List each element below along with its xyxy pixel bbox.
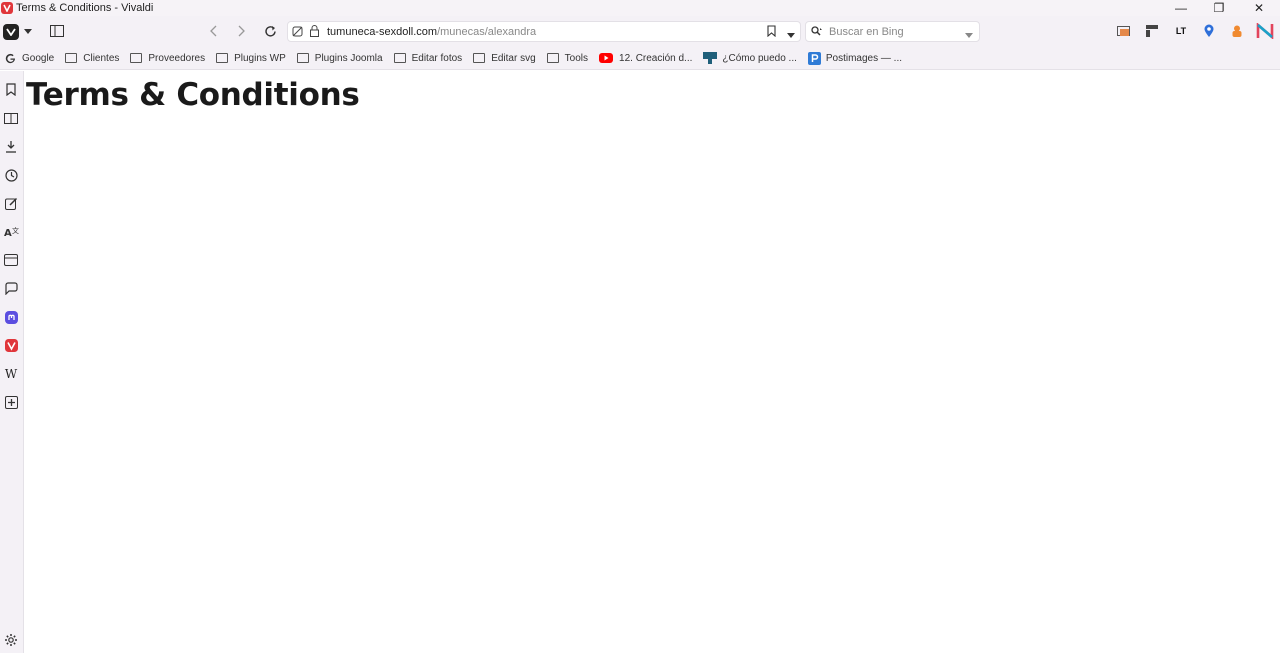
bookmark-label: Plugins WP	[234, 52, 286, 64]
bookmark-label: 12. Creación d...	[619, 52, 693, 64]
bookmark-label: Tools	[564, 52, 589, 64]
search-dropdown-icon[interactable]	[965, 29, 973, 41]
bookmark-label: Google	[22, 52, 55, 64]
window-title: Terms & Conditions - Vivaldi	[16, 2, 154, 14]
address-field[interactable]: tumuneca-sexdoll.com/munecas/alexandra	[287, 21, 801, 42]
bookmark-proveedores[interactable]: Proveedores	[130, 53, 205, 64]
lock-icon	[310, 25, 319, 40]
folder-icon	[296, 53, 309, 63]
folder-icon	[216, 53, 229, 63]
page-heading: Terms & Conditions	[26, 77, 360, 113]
bookmark-editar-fotos[interactable]: Editar fotos	[393, 52, 463, 64]
bookmark-label: Editar fotos	[411, 52, 463, 64]
translate-icon[interactable]: A文	[3, 223, 19, 239]
svg-text:A: A	[4, 228, 12, 238]
bookmark-clientes[interactable]: Clientes	[65, 53, 119, 64]
minimize-button[interactable]: —	[1161, 0, 1201, 16]
site-shield-icon[interactable]	[292, 26, 303, 40]
reading-list-icon[interactable]	[3, 110, 19, 126]
bookmark-label: Postimages — ...	[825, 52, 903, 64]
site-icon	[703, 52, 718, 64]
notes-icon[interactable]	[3, 195, 19, 211]
wikipedia-icon[interactable]: W	[3, 366, 19, 382]
panel-toggle-icon[interactable]	[48, 20, 66, 42]
folder-icon	[65, 53, 78, 63]
folder-icon	[130, 53, 143, 63]
address-toolbar: tumuneca-sexdoll.com/munecas/alexandra B…	[0, 16, 1280, 47]
web-page-content: Terms & Conditions	[25, 71, 1280, 653]
vivaldi-logo-icon	[1, 2, 13, 14]
bookmarks-panel-icon[interactable]	[3, 81, 19, 97]
youtube-icon	[599, 53, 614, 63]
languagetool-icon[interactable]: LT	[1172, 20, 1190, 42]
address-dropdown-icon[interactable]	[787, 29, 795, 41]
bookmark-como-puedo[interactable]: ¿Cómo puedo ...	[703, 52, 797, 64]
bookmark-editar-svg[interactable]: Editar svg	[473, 52, 536, 64]
chat-icon[interactable]	[3, 280, 19, 296]
url-path: /munecas/alexandra	[437, 25, 537, 38]
extension-screenshot-icon[interactable]	[1116, 20, 1132, 42]
close-button[interactable]: ✕	[1239, 0, 1279, 16]
history-icon[interactable]	[3, 167, 19, 183]
search-field[interactable]: Buscar en Bing	[805, 21, 980, 42]
bookmark-youtube[interactable]: 12. Creación d...	[599, 53, 692, 64]
postimages-icon	[807, 51, 821, 65]
bookmark-bar: Google Clientes Proveedores Plugins WP P…	[0, 47, 1280, 70]
window-panel-icon[interactable]	[3, 252, 19, 268]
vivaldi-social-icon[interactable]	[3, 337, 19, 353]
search-placeholder: Buscar en Bing	[829, 25, 904, 38]
chevron-down-icon[interactable]	[22, 20, 34, 42]
location-pin-icon[interactable]	[1201, 20, 1217, 42]
bookmark-label: Editar svg	[491, 52, 536, 64]
bookmark-page-icon[interactable]	[767, 25, 776, 40]
title-bar: Terms & Conditions - Vivaldi — ❐ ✕	[0, 0, 1280, 16]
google-icon	[5, 53, 16, 64]
mastodon-icon[interactable]	[3, 309, 19, 325]
bookmark-label: Proveedores	[148, 52, 206, 64]
bookmark-plugins-joomla[interactable]: Plugins Joomla	[296, 52, 383, 64]
bookmark-postimages[interactable]: Postimages — ...	[807, 51, 903, 65]
bookmark-label: Plugins Joomla	[314, 52, 383, 64]
add-panel-icon[interactable]	[3, 394, 19, 410]
folder-icon	[473, 53, 486, 63]
bookmark-label: ¿Cómo puedo ...	[722, 52, 797, 64]
bookmark-label: Clientes	[83, 52, 120, 64]
bookmark-plugins-wp[interactable]: Plugins WP	[216, 53, 286, 64]
settings-gear-icon[interactable]	[3, 632, 19, 648]
downloads-icon[interactable]	[3, 138, 19, 154]
extension-layout-icon[interactable]	[1144, 20, 1160, 42]
maximize-button[interactable]: ❐	[1199, 0, 1239, 16]
url-host: tumuneca-sexdoll.com	[327, 25, 438, 38]
search-engine-icon[interactable]	[811, 26, 823, 37]
vivaldi-menu-button[interactable]	[3, 24, 19, 40]
svg-text:文: 文	[12, 226, 19, 235]
bookmark-tools[interactable]: Tools	[546, 52, 589, 64]
reload-icon[interactable]	[262, 20, 278, 42]
side-panel: A文 W	[0, 71, 24, 653]
forward-icon[interactable]	[234, 20, 250, 42]
back-icon[interactable]	[205, 20, 221, 42]
extension-n-icon[interactable]	[1254, 20, 1276, 42]
extension-orange-icon[interactable]	[1229, 20, 1245, 42]
bookmark-google[interactable]: Google	[5, 53, 54, 64]
folder-icon	[546, 53, 559, 63]
folder-icon	[393, 53, 406, 63]
